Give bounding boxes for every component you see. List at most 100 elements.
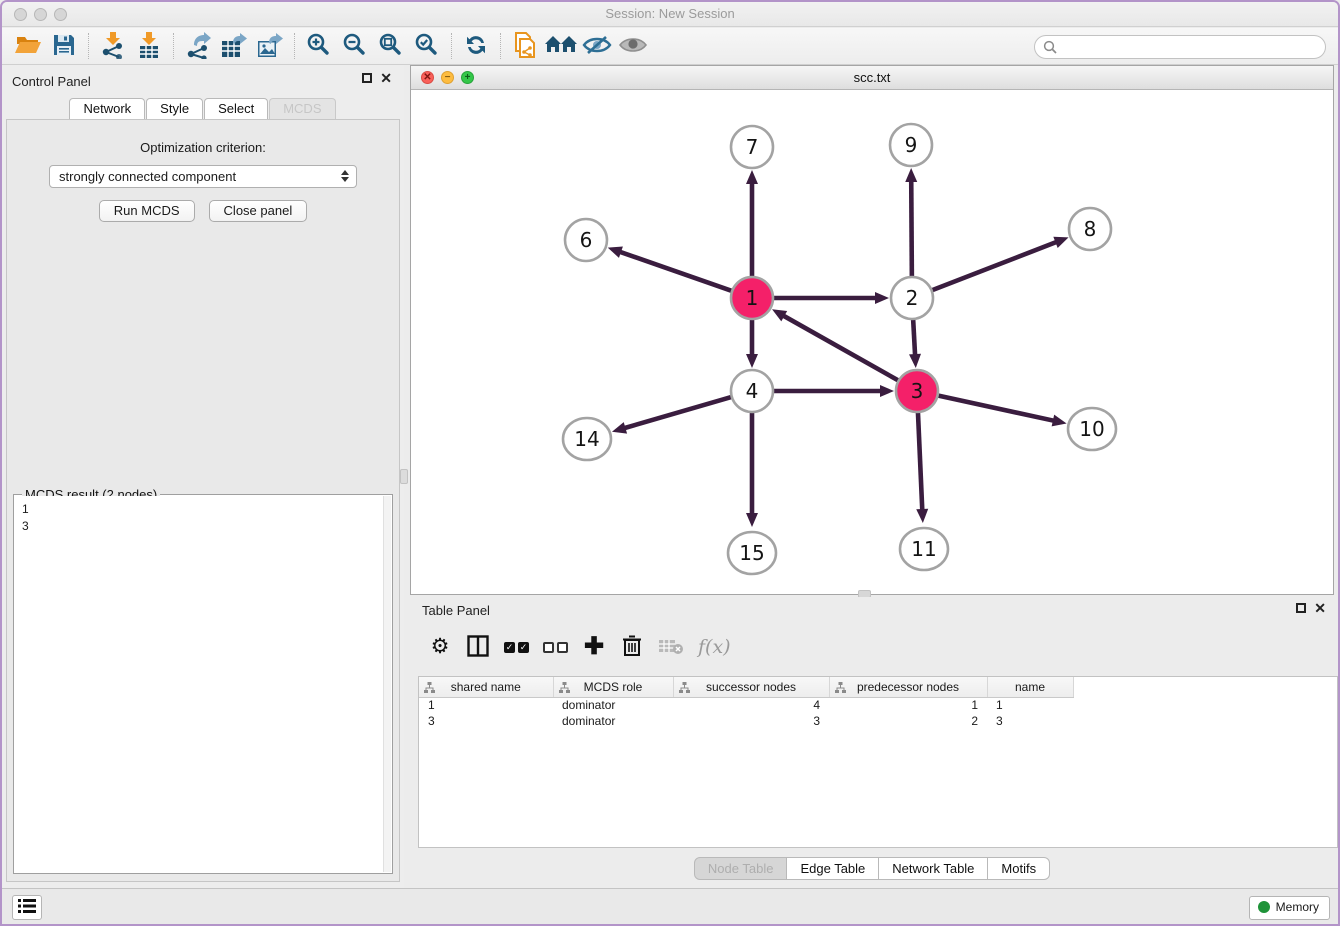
tab-network-table[interactable]: Network Table bbox=[879, 857, 988, 880]
table-cell[interactable]: 1 bbox=[419, 697, 553, 713]
import-table-button[interactable] bbox=[131, 31, 167, 61]
copy-network-view-icon bbox=[512, 31, 538, 62]
float-panel-icon[interactable] bbox=[362, 73, 372, 83]
float-table-panel-icon[interactable] bbox=[1296, 603, 1306, 613]
edge-2-8[interactable] bbox=[930, 242, 1058, 291]
edge-4-14[interactable] bbox=[623, 396, 733, 428]
graph-node-3[interactable]: 3 bbox=[896, 370, 938, 412]
table-cell[interactable]: 3 bbox=[987, 713, 1073, 729]
graph-node-8[interactable]: 8 bbox=[1069, 208, 1111, 250]
function-builder-button[interactable]: f(x) bbox=[698, 634, 731, 660]
graph-node-1[interactable]: 1 bbox=[731, 277, 773, 319]
edge-arrowhead bbox=[905, 168, 917, 182]
zoom-in-button[interactable] bbox=[301, 31, 337, 61]
network-window-titlebar[interactable]: ✕ − + scc.txt bbox=[411, 66, 1333, 90]
export-image-button[interactable] bbox=[252, 31, 288, 61]
export-network-button[interactable] bbox=[180, 31, 216, 61]
control-panel-title: Control Panel bbox=[12, 74, 91, 89]
graph-node-14[interactable]: 14 bbox=[563, 418, 611, 460]
zoom-selected-button[interactable] bbox=[409, 31, 445, 61]
network-canvas[interactable]: 7 9 6 8 1 2 4 3 14 10 15 11 bbox=[411, 90, 1333, 594]
memory-label: Memory bbox=[1276, 900, 1319, 914]
table-cell[interactable]: dominator bbox=[553, 697, 673, 713]
run-mcds-button[interactable]: Run MCDS bbox=[99, 200, 195, 222]
control-panel: Control Panel ✕ NetworkStyleSelectMCDS O… bbox=[2, 65, 404, 888]
graph-node-7[interactable]: 7 bbox=[731, 126, 773, 168]
table-settings-button[interactable]: ⚙ bbox=[428, 634, 452, 660]
graph-node-4[interactable]: 4 bbox=[731, 370, 773, 412]
tab-mcds[interactable]: MCDS bbox=[269, 98, 335, 119]
deselect-all-rows-button[interactable] bbox=[543, 634, 568, 660]
table-cell[interactable]: dominator bbox=[553, 713, 673, 729]
home-view-button[interactable] bbox=[543, 31, 579, 61]
table-cell[interactable]: 4 bbox=[673, 697, 829, 713]
graph-node-15[interactable]: 15 bbox=[728, 532, 776, 574]
tab-select[interactable]: Select bbox=[204, 98, 268, 119]
tab-node-table[interactable]: Node Table bbox=[694, 857, 788, 880]
delete-column-button[interactable] bbox=[620, 634, 644, 660]
status-bar: Memory bbox=[2, 888, 1338, 924]
export-table-button[interactable] bbox=[216, 31, 252, 61]
edge-arrowhead bbox=[1053, 237, 1068, 248]
add-column-button[interactable]: ✚ bbox=[582, 634, 606, 660]
close-panel-icon[interactable]: ✕ bbox=[380, 73, 392, 83]
mcds-result-box: MCDS result (2 nodes) 1 3 bbox=[13, 494, 393, 874]
refresh-button[interactable] bbox=[458, 31, 494, 61]
svg-text:10: 10 bbox=[1079, 417, 1104, 441]
table-cell[interactable]: 2 bbox=[829, 713, 987, 729]
show-all-button[interactable] bbox=[615, 31, 651, 61]
table-row[interactable]: 1dominator411 bbox=[419, 697, 1073, 713]
fx-icon: f(x) bbox=[698, 636, 731, 658]
close-table-panel-icon[interactable]: ✕ bbox=[1314, 603, 1326, 613]
mcds-result-text[interactable]: 1 3 bbox=[15, 496, 383, 872]
import-network-button[interactable] bbox=[95, 31, 131, 61]
zoom-out-button[interactable] bbox=[337, 31, 373, 61]
copy-network-view-button[interactable] bbox=[507, 31, 543, 61]
column-header-predecessor-nodes[interactable]: predecessor nodes bbox=[829, 677, 987, 697]
column-header-shared-name[interactable]: shared name bbox=[419, 677, 553, 697]
tab-motifs[interactable]: Motifs bbox=[988, 857, 1050, 880]
edge-3-10[interactable] bbox=[936, 395, 1055, 421]
save-session-button[interactable] bbox=[46, 31, 82, 61]
tab-edge-table[interactable]: Edge Table bbox=[787, 857, 879, 880]
graph-node-10[interactable]: 10 bbox=[1068, 408, 1116, 450]
search-input[interactable] bbox=[1034, 35, 1326, 59]
hide-selected-button[interactable] bbox=[579, 31, 615, 61]
edge-3-1[interactable] bbox=[782, 315, 900, 381]
table-cell[interactable]: 3 bbox=[419, 713, 553, 729]
edge-2-9[interactable] bbox=[911, 180, 912, 279]
graph-node-11[interactable]: 11 bbox=[900, 528, 948, 570]
zoom-fit-button[interactable] bbox=[373, 31, 409, 61]
memory-button[interactable]: Memory bbox=[1249, 896, 1330, 920]
delete-table-button[interactable] bbox=[658, 634, 684, 660]
edge-3-11[interactable] bbox=[918, 410, 922, 511]
eye-slash-icon bbox=[582, 34, 612, 59]
select-stepper-icon bbox=[341, 170, 349, 182]
graph-node-6[interactable]: 6 bbox=[565, 219, 607, 261]
toolbar-separator bbox=[451, 33, 452, 59]
table-cell[interactable]: 1 bbox=[987, 697, 1073, 713]
graph-node-9[interactable]: 9 bbox=[890, 124, 932, 166]
table-cell[interactable]: 1 bbox=[829, 697, 987, 713]
edge-1-6[interactable] bbox=[619, 252, 734, 292]
split-table-view-button[interactable] bbox=[466, 634, 490, 660]
node-table-grid[interactable]: shared nameMCDS rolesuccessor nodesprede… bbox=[419, 677, 1074, 729]
tab-network[interactable]: Network bbox=[69, 98, 145, 119]
select-all-rows-button[interactable]: ✓✓ bbox=[504, 634, 529, 660]
column-header-successor-nodes[interactable]: successor nodes bbox=[673, 677, 829, 697]
edge-2-3[interactable] bbox=[913, 317, 915, 356]
open-session-button[interactable] bbox=[10, 31, 46, 61]
table-row[interactable]: 3dominator323 bbox=[419, 713, 1073, 729]
task-history-button[interactable] bbox=[12, 895, 42, 920]
graph-node-2[interactable]: 2 bbox=[891, 277, 933, 319]
network-window-title: scc.txt bbox=[411, 70, 1333, 85]
result-scrollbar[interactable] bbox=[383, 496, 391, 872]
vertical-splitter-handle[interactable] bbox=[400, 469, 408, 484]
table-cell[interactable]: 3 bbox=[673, 713, 829, 729]
close-panel-button[interactable]: Close panel bbox=[209, 200, 308, 222]
criterion-select[interactable]: strongly connected component bbox=[49, 165, 357, 188]
tab-style[interactable]: Style bbox=[146, 98, 203, 119]
column-header-MCDS-role[interactable]: MCDS role bbox=[553, 677, 673, 697]
criterion-value: strongly connected component bbox=[59, 169, 236, 184]
column-header-name[interactable]: name bbox=[987, 677, 1073, 697]
